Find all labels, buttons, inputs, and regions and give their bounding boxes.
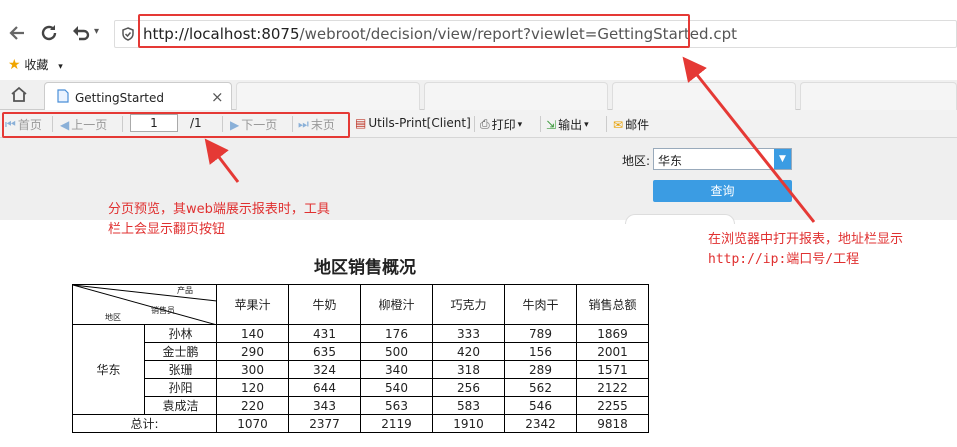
address-arrow (682, 56, 816, 223)
annotation-arrows (204, 56, 816, 223)
pager-arrow (204, 138, 240, 183)
